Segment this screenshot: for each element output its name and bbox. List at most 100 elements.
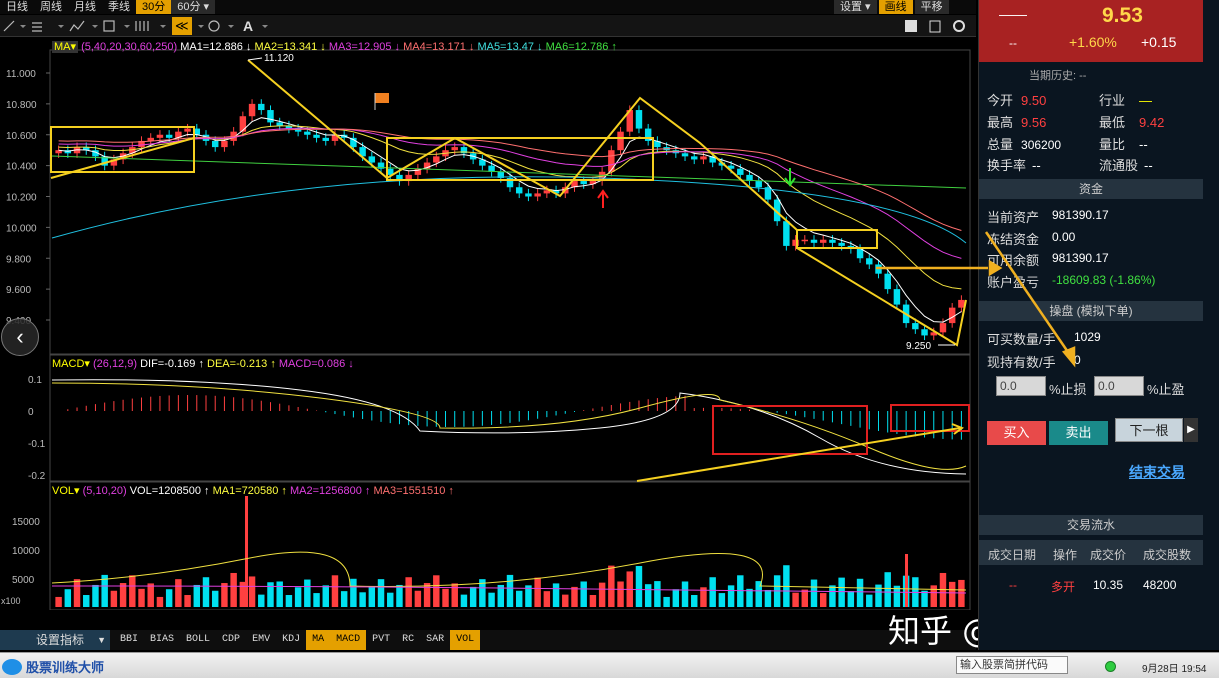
- volume-bar: [313, 593, 320, 607]
- indicator-kdj[interactable]: KDJ: [276, 630, 306, 650]
- stat-industry: 行业 —: [1099, 90, 1152, 109]
- volume-bar: [663, 596, 670, 607]
- stop-loss-input[interactable]: 0.0: [996, 376, 1046, 396]
- indicator-vol[interactable]: VOL: [450, 630, 481, 650]
- holding-label: 现持有数/手: [987, 355, 1056, 370]
- volume-bar: [165, 589, 173, 607]
- indicator-emv[interactable]: EMV: [246, 630, 276, 650]
- candle-body: [313, 134, 320, 138]
- stat-label: 行业: [1099, 93, 1126, 108]
- frozen-value: 0.00: [1052, 230, 1076, 244]
- tab-quarterly[interactable]: 季线: [102, 0, 136, 14]
- candle-body: [239, 116, 247, 132]
- indicator-macd[interactable]: MACD: [330, 630, 367, 650]
- draw-line-tab[interactable]: 画线: [878, 0, 913, 14]
- volume-bar: [377, 579, 385, 607]
- candle-body: [681, 153, 689, 157]
- flow-table-header: 成交日期 操作 成交价 成交股数: [979, 540, 1203, 565]
- row-op: 多开: [1051, 580, 1076, 594]
- settings-tab[interactable]: 设置 ▾: [834, 0, 877, 14]
- indicator-ma[interactable]: MA: [306, 630, 331, 650]
- available-value: 981390.17: [1052, 251, 1109, 265]
- stat-label: 最高: [987, 115, 1014, 130]
- indicator-boll[interactable]: BOLL: [180, 630, 216, 650]
- buy-arrow-icon: [597, 189, 609, 208]
- indicator-bbi[interactable]: BBI: [114, 630, 144, 650]
- candle-body: [211, 140, 219, 148]
- volume-bar: [460, 594, 468, 607]
- volume-bar: [359, 592, 366, 607]
- tab-daily[interactable]: 日线: [0, 0, 34, 14]
- tab-weekly[interactable]: 周线: [34, 0, 68, 14]
- candle-body: [838, 242, 845, 246]
- volume-bar: [691, 595, 698, 607]
- tab-60min[interactable]: 60分 ▾: [171, 0, 216, 14]
- tab-monthly[interactable]: 月线: [68, 0, 102, 14]
- candle-body: [258, 103, 265, 111]
- take-profit-input[interactable]: 0.0: [1094, 376, 1144, 396]
- volume-bar: [138, 588, 145, 607]
- frozen-label: 冻结资金: [987, 232, 1040, 247]
- volume-bar: [414, 590, 422, 607]
- candle-body: [939, 323, 947, 333]
- price-tick-label: 9.600: [6, 285, 31, 296]
- dea-value: DEA=-0.213 ↑: [207, 358, 276, 370]
- next-bar-button[interactable]: 下一根: [1115, 418, 1183, 442]
- stock-code-input[interactable]: 输入股票简拼代码: [956, 656, 1068, 674]
- volume-bar: [184, 595, 191, 607]
- history-label: 当期历史: --: [1029, 70, 1087, 82]
- candle-body: [304, 131, 311, 135]
- macd-legend-title[interactable]: MACD▾: [52, 358, 90, 370]
- price-tick-label: 10.400: [6, 162, 37, 173]
- indicator-pvt[interactable]: PVT: [366, 630, 396, 650]
- pan-tab[interactable]: 平移: [914, 0, 949, 14]
- indicator-bias[interactable]: BIAS: [144, 630, 180, 650]
- volume-bar: [866, 594, 873, 607]
- volume-tick-label: 10000: [12, 546, 40, 557]
- trend-lines: [50, 59, 967, 347]
- volume-bar: [350, 578, 357, 607]
- stat-value: 9.50: [1021, 93, 1047, 108]
- fibonacci-tool-icon[interactable]: ≪: [172, 17, 192, 35]
- volume-bar: [285, 595, 293, 607]
- volume-bar: [193, 584, 201, 607]
- vol-legend: VOL▾ (5,10,20) VOL=1208500 ↑ MA1=720580 …: [52, 484, 454, 497]
- indicator-cdp[interactable]: CDP: [216, 630, 246, 650]
- vol-legend-title[interactable]: VOL▾: [52, 485, 80, 497]
- table-row[interactable]: -- 多开 10.35 48200: [979, 578, 1203, 598]
- volume-bar: [948, 581, 956, 607]
- indicator-settings-dropdown[interactable]: 设置指标 ▼: [0, 630, 110, 650]
- stat-label: 流通股: [1099, 158, 1139, 173]
- stat-volume-ratio: 量比 --: [1099, 134, 1148, 153]
- take-profit-label: %止盈: [1147, 382, 1185, 397]
- volume-bar: [746, 588, 753, 607]
- prev-arrow-button[interactable]: ‹: [1, 318, 39, 356]
- price-tick-label: 10.000: [6, 223, 37, 234]
- volume-bar: [856, 578, 864, 607]
- tab-30min[interactable]: 30分: [136, 0, 172, 14]
- connection-status-icon: [1105, 661, 1116, 672]
- holding-value: 0: [1074, 353, 1081, 367]
- end-trade-link[interactable]: 结束交易: [1129, 462, 1185, 482]
- pnl-label: 账户盈亏: [987, 275, 1040, 290]
- buy-button[interactable]: 买入: [987, 421, 1046, 445]
- volume-bar: [681, 581, 689, 607]
- ma4-value: MA4=13.171 ↓: [403, 41, 475, 53]
- sell-button[interactable]: 卖出: [1049, 421, 1108, 445]
- line-tool-icon: [3, 20, 15, 32]
- indicator-rc[interactable]: RC: [396, 630, 420, 650]
- kline-chart[interactable]: 11.000 10.800 10.600 10.400 10.200 10.000 9.80…: [0, 38, 976, 610]
- next-bar-arrow-icon[interactable]: ▶: [1184, 418, 1198, 442]
- volume-bar: [304, 579, 311, 607]
- volume-bar: [515, 590, 523, 607]
- indicator-sar[interactable]: SAR: [420, 630, 450, 650]
- candle-body: [184, 128, 191, 132]
- volume-bar: [294, 587, 302, 607]
- volume-bar: [810, 579, 818, 607]
- volume-bar: [571, 586, 578, 607]
- buyable-value: 1029: [1074, 330, 1101, 344]
- candle-body: [875, 264, 882, 274]
- ma-legend-title[interactable]: MA▾: [52, 41, 79, 53]
- chart-area[interactable]: 11.000 10.800 10.600 10.400 10.200 10.000 9.80…: [0, 38, 976, 610]
- stat-open: 今开 9.50: [987, 90, 1046, 109]
